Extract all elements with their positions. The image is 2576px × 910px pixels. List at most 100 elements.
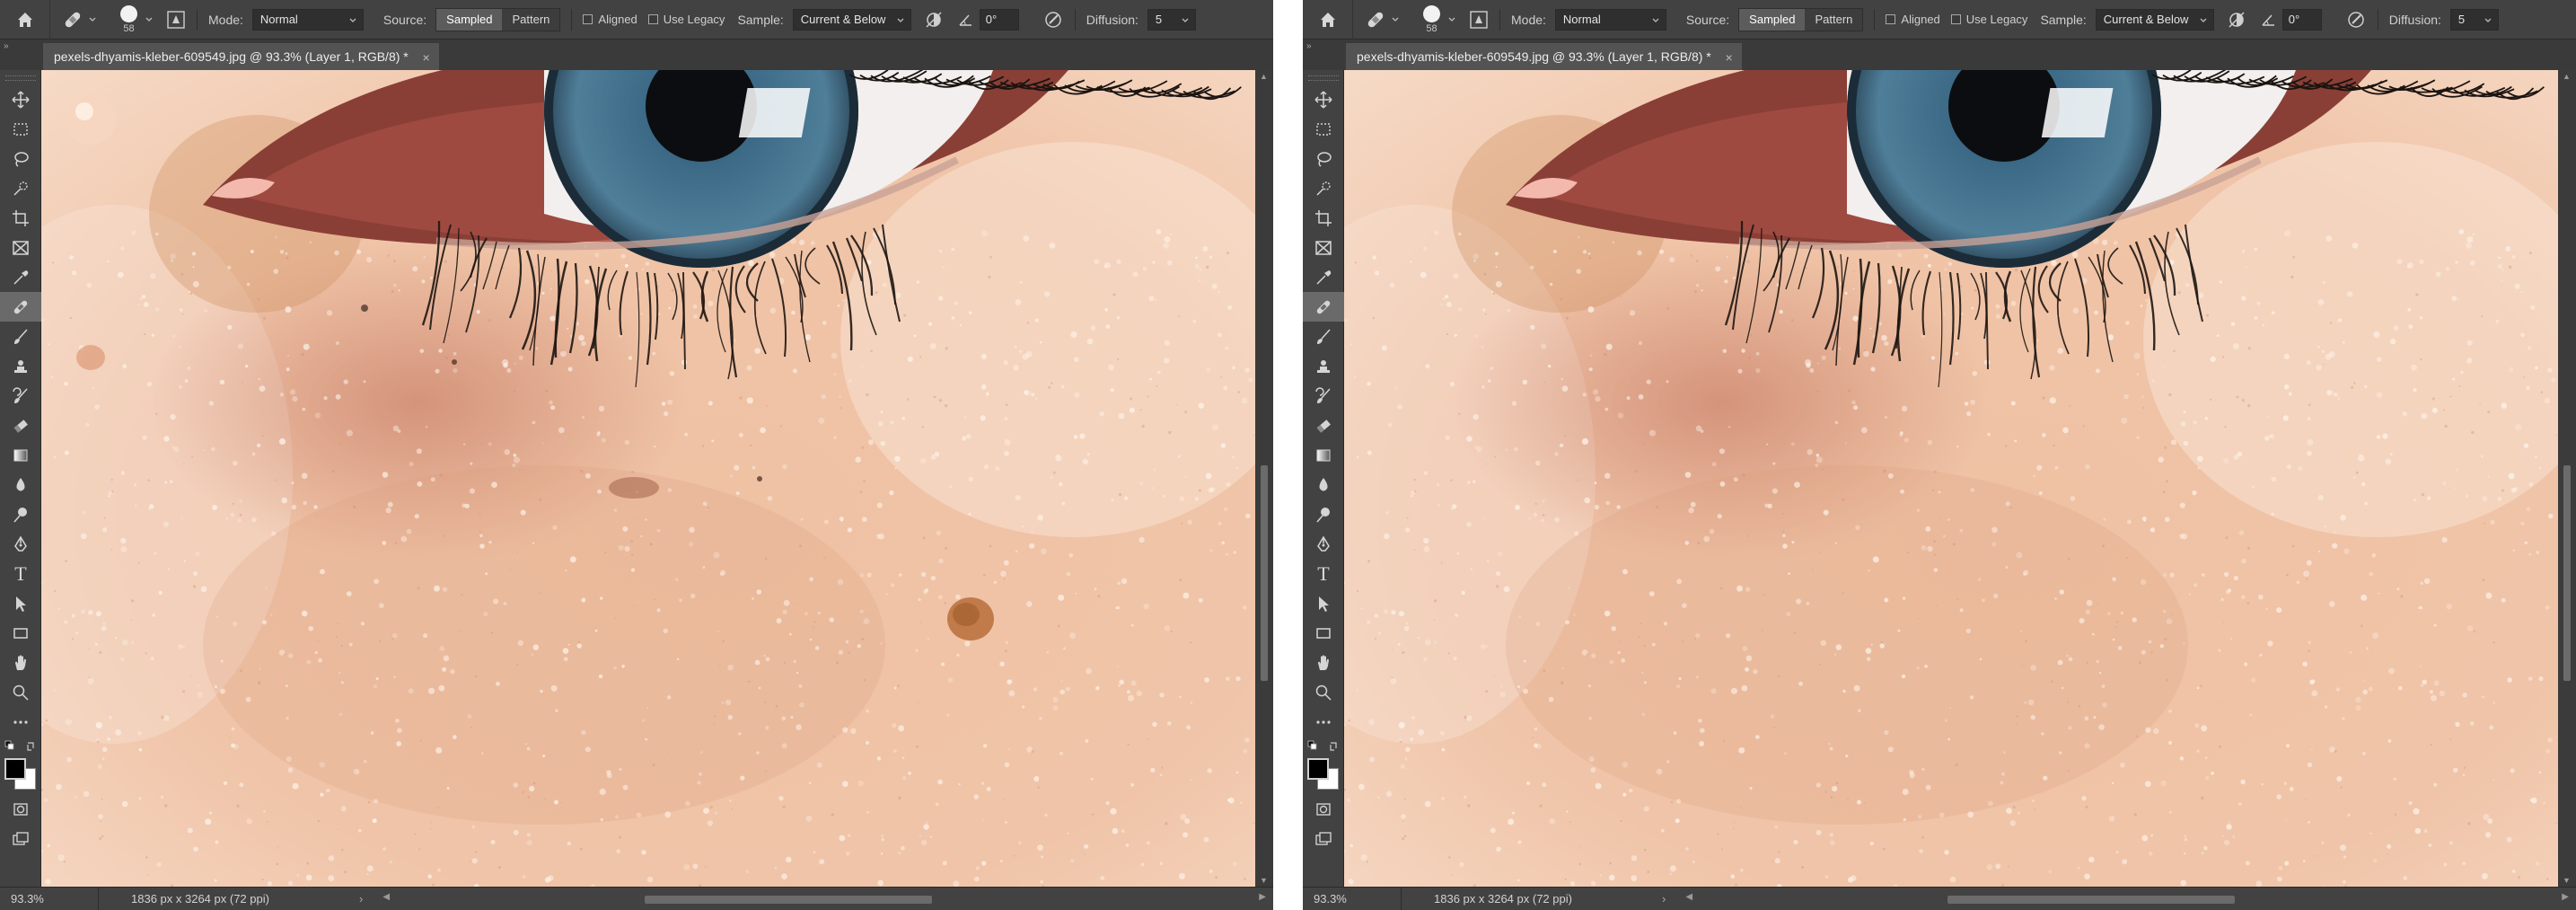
home-button[interactable] — [1303, 0, 1353, 40]
spot-healing-brush-tool[interactable] — [0, 292, 41, 322]
close-icon[interactable]: × — [1726, 50, 1733, 65]
scroll-up-icon[interactable]: ▲ — [2563, 72, 2571, 81]
scroll-left-icon[interactable]: ◀ — [1685, 892, 1692, 902]
move-tool[interactable] — [1303, 84, 1344, 114]
chevron-down-icon[interactable] — [1447, 15, 1456, 24]
brush-settings-button[interactable] — [1469, 10, 1489, 30]
foreground-color-swatch[interactable] — [1307, 758, 1329, 780]
gradient-tool[interactable] — [0, 440, 41, 470]
aligned-checkbox[interactable]: Aligned — [583, 13, 637, 26]
frame-tool[interactable] — [1303, 233, 1344, 262]
close-icon[interactable]: × — [423, 50, 430, 65]
panel-grip[interactable] — [1307, 75, 1339, 81]
vertical-scrollbar[interactable]: ▲ ▼ — [1255, 70, 1273, 887]
home-button[interactable] — [0, 0, 50, 40]
document-tab[interactable]: pexels-dhyamis-kleber-609549.jpg @ 93.3%… — [43, 43, 439, 70]
scroll-up-icon[interactable]: ▲ — [1260, 72, 1268, 81]
clone-stamp-tool[interactable] — [1303, 351, 1344, 381]
crop-tool[interactable] — [1303, 203, 1344, 233]
collapse-panels-icon[interactable]: » — [4, 41, 8, 51]
clone-stamp-tool[interactable] — [0, 351, 41, 381]
diffusion-input[interactable]: 5 — [1147, 8, 1196, 31]
angle-input[interactable]: 0° — [2281, 8, 2322, 31]
status-menu-arrow[interactable]: › — [1662, 892, 1666, 906]
lasso-tool[interactable] — [0, 144, 41, 173]
eraser-tool[interactable] — [0, 411, 41, 440]
horizontal-scrollbar[interactable]: ◀ ▶ — [1678, 888, 2576, 910]
chevron-down-icon[interactable] — [145, 15, 154, 24]
brush-tool[interactable] — [0, 322, 41, 351]
dodge-tool[interactable] — [1303, 499, 1344, 529]
quick-selection-tool[interactable] — [0, 173, 41, 203]
zoom-tool[interactable] — [1303, 677, 1344, 707]
eraser-tool[interactable] — [1303, 411, 1344, 440]
eyedropper-tool[interactable] — [0, 262, 41, 292]
ignore-adjustment-layers-button[interactable] — [924, 10, 944, 30]
rectangle-tool[interactable] — [0, 618, 41, 648]
type-tool[interactable]: T — [1303, 559, 1344, 588]
hand-tool[interactable] — [0, 648, 41, 677]
ignore-adjustment-layers-button[interactable] — [2227, 10, 2246, 30]
quick-mask-button[interactable] — [1303, 794, 1344, 824]
vertical-scroll-thumb[interactable] — [1261, 465, 1268, 681]
move-tool[interactable] — [0, 84, 41, 114]
scroll-right-icon[interactable]: ▶ — [1259, 892, 1266, 902]
horizontal-scroll-thumb[interactable] — [645, 895, 933, 904]
scroll-down-icon[interactable]: ▼ — [2563, 876, 2571, 885]
brush-settings-button[interactable] — [166, 10, 186, 30]
pen-tool[interactable] — [1303, 529, 1344, 559]
brush-tool[interactable] — [1303, 322, 1344, 351]
path-selection-tool[interactable] — [0, 588, 41, 618]
scroll-down-icon[interactable]: ▼ — [1260, 876, 1268, 885]
quick-selection-tool[interactable] — [1303, 173, 1344, 203]
dodge-tool[interactable] — [0, 499, 41, 529]
type-tool[interactable]: T — [0, 559, 41, 588]
marquee-tool[interactable] — [1303, 114, 1344, 144]
zoom-level[interactable]: 93.3% — [0, 887, 99, 910]
blur-tool[interactable] — [0, 470, 41, 499]
lasso-tool[interactable] — [1303, 144, 1344, 173]
path-selection-tool[interactable] — [1303, 588, 1344, 618]
pen-tool[interactable] — [0, 529, 41, 559]
history-brush-tool[interactable] — [0, 381, 41, 411]
horizontal-scroll-thumb[interactable] — [1947, 895, 2236, 904]
pressure-size-button[interactable] — [1042, 9, 1064, 31]
marquee-tool[interactable] — [0, 114, 41, 144]
edit-toolbar[interactable] — [1303, 707, 1344, 737]
default-colors-icon[interactable] — [4, 740, 37, 753]
brush-preset-picker[interactable]: 58 — [1423, 4, 1440, 34]
eyedropper-tool[interactable] — [1303, 262, 1344, 292]
mode-select[interactable]: Normal — [251, 8, 364, 31]
scroll-right-icon[interactable]: ▶ — [2562, 892, 2569, 902]
screen-mode-button[interactable] — [1303, 824, 1344, 853]
gradient-tool[interactable] — [1303, 440, 1344, 470]
vertical-scroll-thumb[interactable] — [2563, 465, 2571, 681]
default-colors-icon[interactable] — [1307, 740, 1340, 753]
rectangle-tool[interactable] — [1303, 618, 1344, 648]
document-canvas[interactable] — [1344, 70, 2558, 887]
tool-preset-picker[interactable] — [1364, 8, 1400, 31]
aligned-checkbox[interactable]: Aligned — [1886, 13, 1940, 26]
blur-tool[interactable] — [1303, 470, 1344, 499]
zoom-tool[interactable] — [0, 677, 41, 707]
horizontal-scrollbar[interactable]: ◀ ▶ — [375, 888, 1273, 910]
source-pattern-button[interactable]: Pattern — [1805, 8, 1863, 31]
quick-mask-button[interactable] — [0, 794, 41, 824]
document-tab[interactable]: pexels-dhyamis-kleber-609549.jpg @ 93.3%… — [1346, 43, 1742, 70]
spot-healing-brush-tool[interactable] — [1303, 292, 1344, 322]
mode-select[interactable]: Normal — [1554, 8, 1666, 31]
angle-input[interactable]: 0° — [979, 8, 1019, 31]
sample-select[interactable]: Current & Below — [792, 8, 911, 31]
brush-preset-picker[interactable]: 58 — [120, 4, 137, 34]
status-menu-arrow[interactable]: › — [359, 892, 363, 906]
use-legacy-checkbox[interactable]: Use Legacy — [1950, 13, 2027, 26]
diffusion-input[interactable]: 5 — [2449, 8, 2499, 31]
vertical-scrollbar[interactable]: ▲ ▼ — [2558, 70, 2576, 887]
document-canvas[interactable] — [41, 70, 1255, 887]
source-pattern-button[interactable]: Pattern — [502, 8, 560, 31]
source-sampled-button[interactable]: Sampled — [436, 8, 503, 31]
foreground-color-swatch[interactable] — [4, 758, 26, 780]
use-legacy-checkbox[interactable]: Use Legacy — [647, 13, 725, 26]
history-brush-tool[interactable] — [1303, 381, 1344, 411]
edit-toolbar[interactable] — [0, 707, 41, 737]
